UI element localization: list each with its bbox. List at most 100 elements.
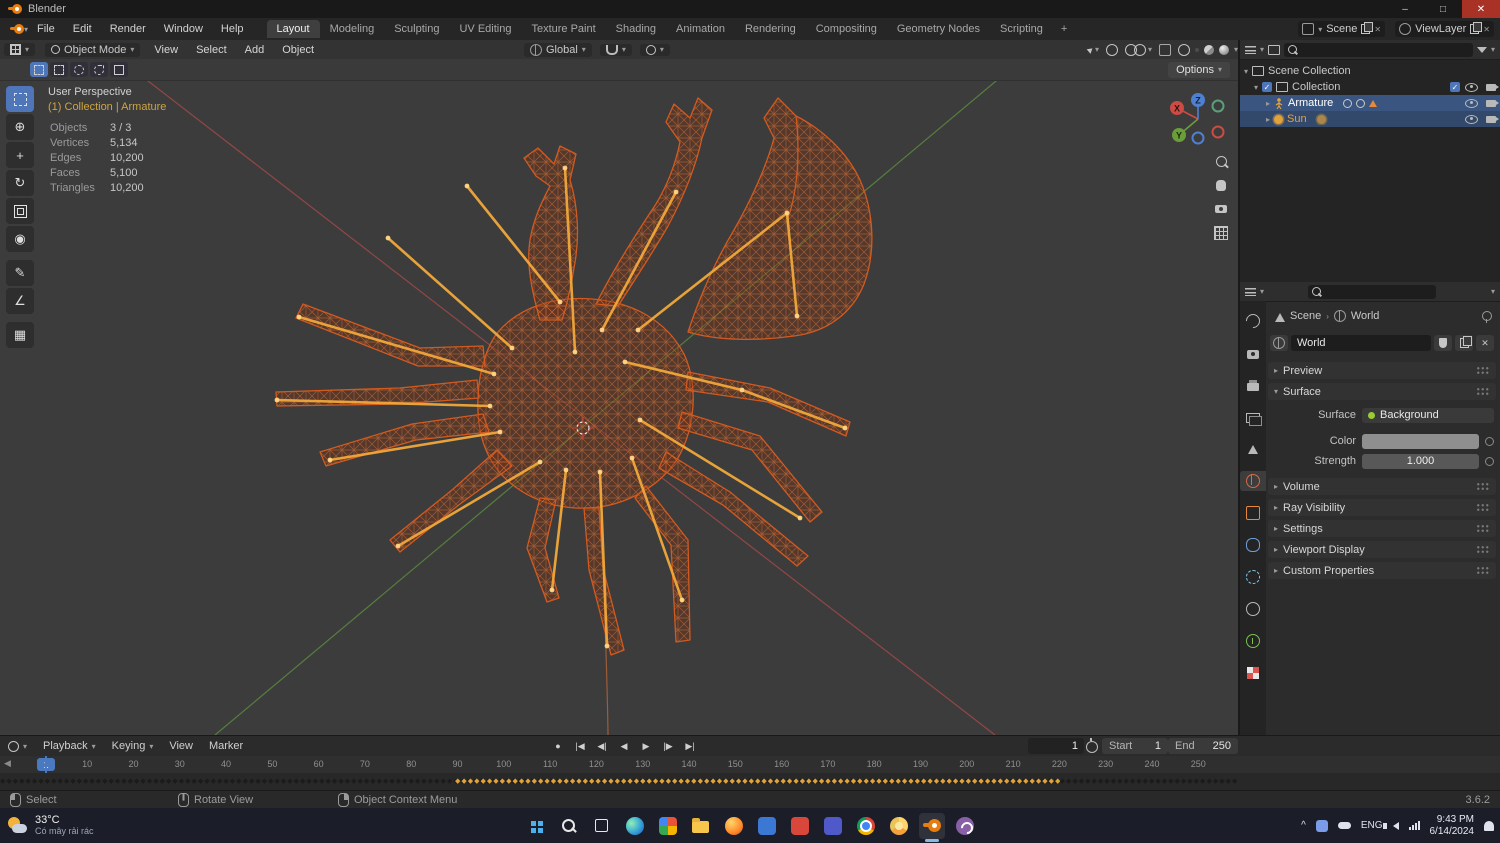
panel-grip-icon[interactable] bbox=[1476, 545, 1490, 554]
measure-tool[interactable]: ∠ bbox=[6, 288, 34, 314]
search-button[interactable] bbox=[556, 813, 582, 839]
firefox-app[interactable] bbox=[721, 813, 747, 839]
hidden-icons-chevron[interactable]: ^ bbox=[1301, 820, 1306, 831]
tab-render[interactable] bbox=[1240, 343, 1266, 363]
camera-view-icon[interactable] bbox=[1212, 200, 1230, 218]
next-keyframe-button[interactable]: |▶ bbox=[658, 738, 678, 754]
tab-scripting[interactable]: Scripting bbox=[990, 20, 1053, 38]
timeline-ruler[interactable]: 10 20 30 40 50 60 70 80 90 100 110 120 130 140 150 160 1… bbox=[0, 756, 1500, 774]
gizmo-x-neg[interactable] bbox=[1211, 125, 1225, 139]
armature-data-icon[interactable] bbox=[1356, 98, 1366, 108]
rotate-tool[interactable]: ↻ bbox=[6, 170, 34, 196]
pan-hand-icon[interactable] bbox=[1212, 176, 1230, 194]
minimize-button[interactable]: – bbox=[1386, 0, 1424, 18]
filter-icon[interactable] bbox=[1476, 46, 1487, 53]
tab-object[interactable] bbox=[1240, 503, 1266, 523]
select-mode-lasso[interactable] bbox=[90, 62, 108, 77]
clock[interactable]: 9:43 PM 6/14/2024 bbox=[1430, 814, 1475, 838]
timeline-editor-button[interactable]: ▾ bbox=[0, 740, 35, 752]
tab-texture-paint[interactable]: Texture Paint bbox=[521, 20, 605, 38]
start-frame-field[interactable]: Start 1 bbox=[1102, 738, 1168, 754]
panel-grip-icon[interactable] bbox=[1476, 387, 1490, 396]
auto-key-record-button[interactable]: ● bbox=[548, 738, 568, 754]
file-explorer-app[interactable] bbox=[688, 813, 714, 839]
scene-selector[interactable]: ▾ Scene ✕ bbox=[1298, 21, 1386, 37]
gizmo-y-neg[interactable] bbox=[1211, 99, 1225, 113]
weather-widget[interactable]: 33°C Có mây rải rác bbox=[8, 808, 94, 843]
start-button[interactable] bbox=[523, 813, 549, 839]
tab-view-layer[interactable] bbox=[1240, 407, 1266, 427]
tab-sculpting[interactable]: Sculpting bbox=[384, 20, 449, 38]
volume-icon[interactable] bbox=[1382, 821, 1399, 830]
tab-rendering[interactable]: Rendering bbox=[735, 20, 806, 38]
menu-help[interactable]: Help bbox=[212, 23, 253, 35]
select-mode-circle[interactable] bbox=[70, 62, 88, 77]
chrome-app[interactable] bbox=[853, 813, 879, 839]
tray-cloud-icon[interactable] bbox=[1337, 822, 1351, 829]
render-camera-icon[interactable] bbox=[1486, 83, 1499, 91]
task-view-button[interactable] bbox=[589, 813, 615, 839]
animate-strength-icon[interactable] bbox=[1485, 456, 1494, 466]
shading-solid-active[interactable] bbox=[1194, 47, 1199, 52]
tab-constraints[interactable] bbox=[1240, 599, 1266, 619]
color-swatch[interactable] bbox=[1362, 433, 1479, 449]
expand-icon[interactable]: ▸ bbox=[1266, 115, 1270, 124]
proportional-edit-dropdown[interactable]: ▾ bbox=[639, 43, 670, 56]
filter-caret-icon[interactable]: ▾ bbox=[1491, 45, 1495, 54]
store-app[interactable] bbox=[820, 813, 846, 839]
menu-window[interactable]: Window bbox=[155, 23, 212, 35]
expand-icon[interactable]: ▾ bbox=[1254, 83, 1258, 92]
outliner-search-input[interactable] bbox=[1284, 42, 1473, 57]
collection-checkbox[interactable]: ✓ bbox=[1262, 82, 1273, 92]
close-button[interactable]: ✕ bbox=[1462, 0, 1500, 18]
panel-grip-icon[interactable] bbox=[1476, 524, 1490, 533]
navigation-gizmo[interactable]: X Z Y bbox=[1162, 86, 1234, 152]
photos-app[interactable] bbox=[655, 813, 681, 839]
selectability-dropdown[interactable]: ▾ bbox=[1086, 45, 1099, 54]
eye-icon[interactable] bbox=[1465, 114, 1478, 124]
end-frame-field[interactable]: End 250 bbox=[1168, 738, 1238, 754]
outliner-row-collection[interactable]: ▾ ✓ Collection ✓ bbox=[1240, 79, 1500, 95]
mail-app[interactable] bbox=[754, 813, 780, 839]
panel-grip-icon[interactable] bbox=[1476, 482, 1490, 491]
surface-type-button[interactable]: Background bbox=[1362, 407, 1494, 423]
office-app[interactable] bbox=[787, 813, 813, 839]
keyframe-strip[interactable]: ◆◆◆◆◆◆◆◆◆◆◆◆◆◆◆◆◆◆◆◆◆◆◆◆◆◆◆◆◆◆◆◆◆◆◆◆◆◆◆◆… bbox=[0, 773, 1500, 791]
blender-app[interactable] bbox=[918, 812, 945, 842]
xray-toggle-icon[interactable] bbox=[1158, 43, 1171, 56]
tab-world[interactable] bbox=[1240, 471, 1266, 491]
notification-bell-icon[interactable] bbox=[1484, 820, 1494, 831]
panel-surface[interactable]: ▾ Surface bbox=[1268, 383, 1496, 400]
tab-geometry-nodes[interactable]: Geometry Nodes bbox=[887, 20, 990, 38]
panel-grip-icon[interactable] bbox=[1476, 566, 1490, 575]
play-reverse-button[interactable]: ◀ bbox=[614, 738, 634, 754]
shading-wireframe-icon[interactable] bbox=[1177, 43, 1190, 56]
orientation-dropdown[interactable]: Global ▾ bbox=[524, 42, 592, 57]
panel-preview[interactable]: ▸ Preview bbox=[1268, 362, 1496, 379]
pin-icon[interactable] bbox=[1482, 311, 1492, 323]
move-tool[interactable]: + bbox=[6, 142, 34, 168]
properties-options-caret-icon[interactable]: ▾ bbox=[1491, 287, 1495, 296]
annotate-tool[interactable]: ✎ bbox=[6, 260, 34, 286]
tab-modifiers[interactable] bbox=[1240, 535, 1266, 555]
animate-color-icon[interactable] bbox=[1485, 436, 1494, 446]
view-menu[interactable]: View bbox=[150, 44, 182, 56]
new-viewlayer-icon[interactable] bbox=[1470, 22, 1483, 34]
display-mode-icon[interactable] bbox=[1268, 44, 1281, 55]
cursor-tool[interactable]: ⊕ bbox=[6, 114, 34, 140]
panel-custom-properties[interactable]: ▸ Custom Properties bbox=[1268, 562, 1496, 579]
tab-modeling[interactable]: Modeling bbox=[320, 20, 385, 38]
expand-icon[interactable]: ▸ bbox=[1266, 99, 1270, 108]
edge-app[interactable] bbox=[622, 813, 648, 839]
playback-menu[interactable]: Playback ▾ bbox=[35, 740, 104, 752]
object-menu[interactable]: Object bbox=[278, 44, 318, 56]
menu-file[interactable]: File bbox=[28, 23, 64, 35]
new-world-button[interactable] bbox=[1455, 335, 1473, 351]
jump-to-end-button[interactable]: ▶| bbox=[680, 738, 700, 754]
expand-icon[interactable]: ▾ bbox=[1244, 67, 1248, 76]
tab-layout[interactable]: Layout bbox=[266, 20, 320, 38]
select-mode-tweak[interactable] bbox=[30, 62, 48, 77]
tab-uv-editing[interactable]: UV Editing bbox=[449, 20, 521, 38]
gizmos-toggle-icon[interactable] bbox=[1105, 43, 1118, 56]
add-cube-tool[interactable]: ▦ bbox=[6, 322, 34, 348]
